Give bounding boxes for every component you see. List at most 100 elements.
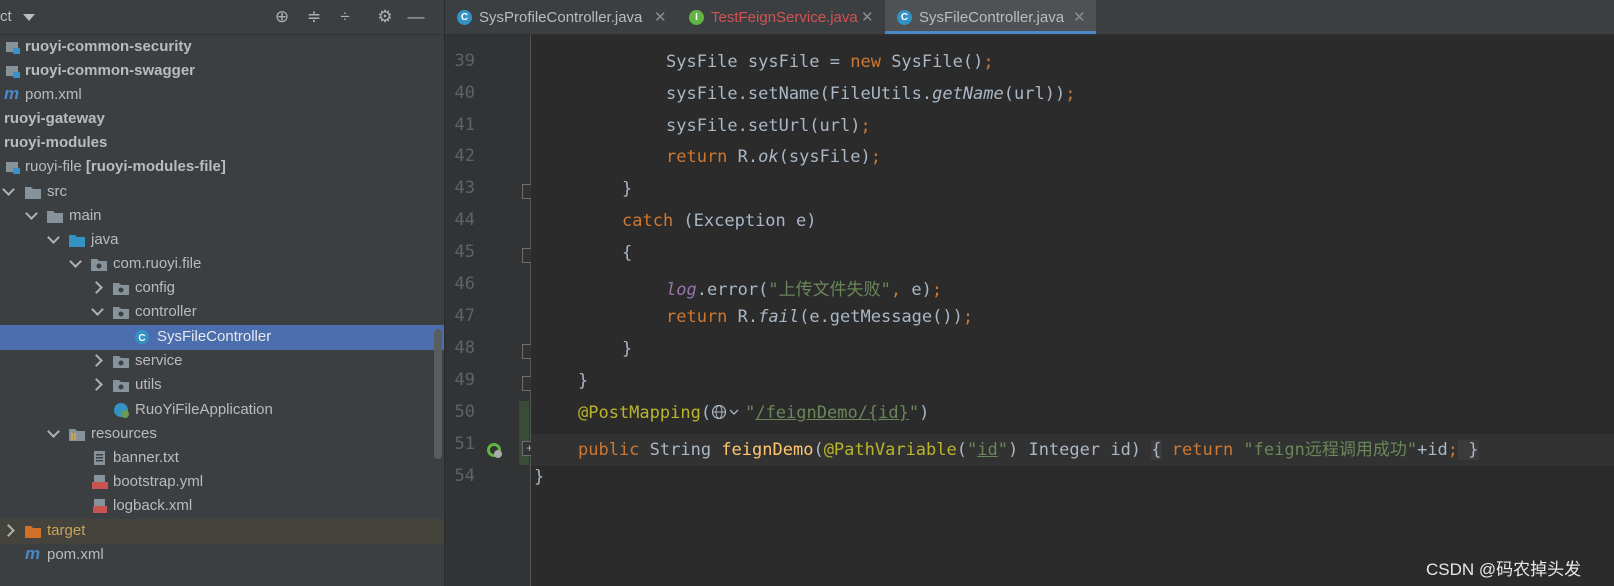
web-endpoint-icon[interactable] [485,441,503,459]
tree-item-bootstrap-yml[interactable]: bootstrap.yml [0,470,444,495]
tab-sysfilecontroller[interactable]: C SysFileController.java ✕ [885,0,1096,34]
code-line-46: log.error("上传文件失败", e); [666,280,943,300]
package-icon [112,280,130,296]
tree-item-ruoyi-file[interactable]: ruoyi-file [ruoyi-modules-file] [0,155,444,180]
chevron-down-icon[interactable] [91,303,104,316]
code-line-39: SysFile sysFile = new SysFile(); [666,52,994,72]
module-icon [4,159,22,175]
tab-sysprofilecontroller[interactable]: C SysProfileController.java ✕ [445,0,677,34]
code-line-43: } [622,179,633,199]
chevron-right-icon[interactable] [90,378,103,391]
project-view-title[interactable]: ct [0,8,12,25]
tree-item-label: bootstrap.yml [113,473,204,490]
line-number: 42 [454,146,475,166]
tree-item-label: main [69,207,102,224]
tree-item-resources[interactable]: resources [0,422,444,447]
code-line-45: { [622,243,633,263]
spring-boot-app-icon [113,402,131,418]
line-number: 44 [454,210,475,230]
resources-folder-icon [68,426,86,442]
tree-item-com-ruoyi-file[interactable]: com.ruoyi.file [0,252,444,277]
collapse-all-icon[interactable]: ÷ [335,7,355,27]
code-line-44: catch (Exception e) [622,211,817,231]
source-folder-icon [68,232,86,248]
editor-tab-bar: C SysProfileController.java ✕ I TestFeig… [445,0,1614,35]
tree-item-utils[interactable]: utils [0,373,444,398]
tree-item-label: ruoyi-common-swagger [25,62,196,79]
tree-item-ruoyi-modules[interactable]: ruoyi-modules [0,131,444,156]
code-line-50: @PostMapping("/feignDemo/{id}") [578,403,930,423]
tree-item-label: logback.xml [113,497,193,514]
code-line-41: sysFile.setUrl(url); [666,116,871,136]
tree-item-logback-xml[interactable]: logback.xml [0,494,444,519]
svg-text:C: C [138,333,145,344]
url-globe-icon[interactable] [711,404,745,420]
tree-item-label: java [91,231,119,248]
tree-item-pom-xml[interactable]: m pom.xml [0,83,444,108]
tree-item-ruoyi-common-swagger[interactable]: ruoyi-common-swagger [0,59,444,84]
close-icon[interactable]: ✕ [861,8,874,26]
chevron-down-icon[interactable] [47,231,60,244]
locate-icon[interactable]: ⊕ [272,7,292,27]
line-number: 48 [454,338,475,358]
tree-item-sysfilecontroller[interactable]: C SysFileController [0,325,444,350]
tree-item-ruoyi-gateway[interactable]: ruoyi-gateway [0,107,444,132]
chevron-right-icon[interactable] [2,524,15,537]
gear-icon[interactable]: ⚙ [375,7,395,27]
chevron-right-icon[interactable] [90,354,103,367]
tree-item-pom-xml[interactable]: m pom.xml [0,543,444,568]
class-icon: C [897,10,912,25]
chevron-down-icon[interactable] [47,425,60,438]
chevron-down-icon[interactable] [2,183,15,196]
tree-item-ruoyifileapplication[interactable]: RuoYiFileApplication [0,398,444,423]
line-number: 49 [454,370,475,390]
excluded-folder-icon [24,523,42,539]
code-line-54: } [534,467,545,487]
xml-file-icon [91,498,109,514]
tree-item-label: target [47,522,86,539]
class-icon: C [457,10,472,25]
tree-item-src[interactable]: src [0,180,444,205]
tree-item-java[interactable]: java [0,228,444,253]
package-icon [112,304,130,320]
project-tool-window: ct ⊕ ≑ ÷ ⚙ — ruoyi-common-security ruoyi… [0,0,445,586]
tree-item-config[interactable]: config [0,276,444,301]
folder-icon [46,208,64,224]
view-selector-dropdown-icon[interactable] [23,14,35,21]
tree-item-label: pom.xml [47,546,104,563]
line-number: 50 [454,402,475,422]
close-icon[interactable]: ✕ [654,8,667,26]
tree-item-target[interactable]: target [0,519,444,544]
tree-item-service[interactable]: service [0,349,444,374]
minimize-icon[interactable]: — [406,7,426,27]
tree-item-label: ruoyi-modules [4,134,108,151]
package-icon [90,256,108,272]
tree-item-banner-txt[interactable]: banner.txt [0,446,444,471]
code-line-51: public String feignDemo(@PathVariable("i… [578,440,1479,460]
tree-item-controller[interactable]: controller [0,300,444,325]
code-line-42: return R.ok(sysFile); [666,147,881,167]
tree-item-main[interactable]: main [0,204,444,229]
chevron-down-icon[interactable] [69,255,82,268]
tab-label: SysFileController.java [919,9,1065,26]
code-line-48: } [622,339,633,359]
active-tab-indicator [885,31,1096,34]
line-number: 39 [454,51,475,71]
project-scrollbar[interactable] [434,329,442,459]
tab-testfeignservice[interactable]: I TestFeignService.java ✕ [677,0,885,34]
tree-item-label: service [135,352,183,369]
tab-label: SysProfileController.java [479,9,643,26]
line-number: 46 [454,274,475,294]
tree-item-ruoyi-common-security[interactable]: ruoyi-common-security [0,35,444,60]
close-icon[interactable]: ✕ [1073,8,1086,26]
tree-item-label: resources [91,425,157,442]
line-number: 41 [454,115,475,135]
tree-item-label: ruoyi-file [ruoyi-modules-file] [25,158,226,175]
package-icon [112,377,130,393]
chevron-down-icon[interactable] [25,207,38,220]
line-number: 51 [454,434,475,454]
expand-all-icon[interactable]: ≑ [304,7,324,27]
tree-item-label: utils [135,376,162,393]
chevron-right-icon[interactable] [90,281,103,294]
line-number: 45 [454,242,475,262]
